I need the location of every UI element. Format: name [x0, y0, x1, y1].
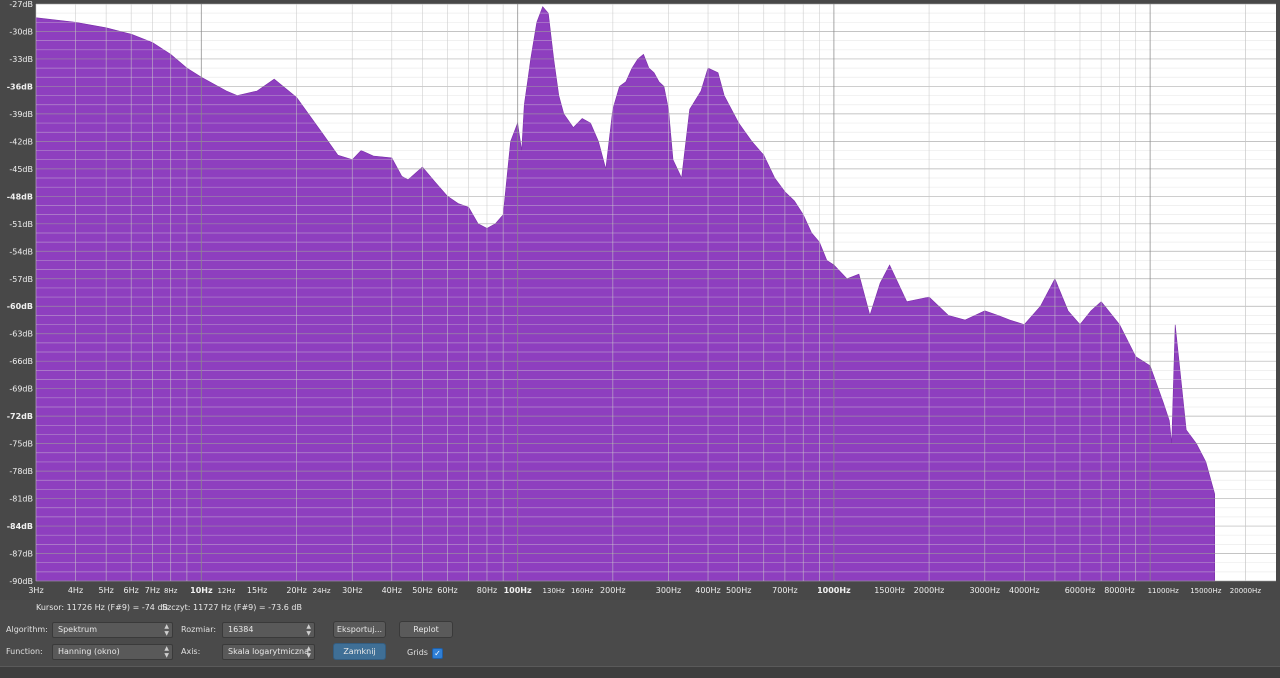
axis-label: Axis:: [181, 647, 201, 656]
axis-select[interactable]: Skala logarytmiczna ▲ ▼: [222, 644, 315, 660]
freq-tick-label: 200Hz: [600, 586, 625, 595]
freq-tick-label: 1500Hz: [874, 586, 905, 595]
spin-arrows-icon: ▲ ▼: [164, 645, 169, 659]
size-label: Rozmiar:: [181, 625, 217, 634]
freq-tick-label: 160Hz: [571, 587, 594, 595]
freq-tick-label: 300Hz: [656, 586, 681, 595]
db-tick-label: -69dB: [9, 385, 33, 394]
axis-select-value: Skala logarytmiczna: [228, 647, 309, 656]
size-select-value: 16384: [228, 625, 254, 634]
freq-tick-label: 130Hz: [543, 587, 566, 595]
freq-tick-label: 60Hz: [437, 586, 457, 595]
db-tick-label: -33dB: [9, 55, 33, 64]
algorithm-select-value: Spektrum: [58, 625, 97, 634]
close-button[interactable]: Zamknij: [333, 643, 386, 660]
freq-tick-label: 15000Hz: [1190, 587, 1222, 595]
db-tick-label: -54dB: [9, 247, 33, 256]
function-label: Function:: [6, 647, 43, 656]
export-button[interactable]: Eksportuj...: [333, 621, 386, 638]
grids-label: Grids: [407, 648, 428, 657]
spectrum-plot-svg[interactable]: -27dB -30dB -33dB -36dB -39dB -42dB -45dB -48dB…: [0, 0, 1280, 600]
db-tick-label: -87dB: [9, 550, 33, 559]
db-tick-label: -51dB: [9, 220, 33, 229]
db-tick-label: -84dB: [7, 522, 33, 531]
freq-tick-label: 50Hz: [412, 586, 432, 595]
freq-tick-label: 24Hz: [313, 587, 331, 595]
freq-tick-label: 4Hz: [68, 586, 83, 595]
db-tick-label: -90dB: [9, 577, 33, 586]
db-tick-label: -57dB: [9, 275, 33, 284]
db-tick-label: -78dB: [9, 467, 33, 476]
size-select[interactable]: 16384 ▲ ▼: [222, 622, 315, 638]
freq-tick-label: 6000Hz: [1065, 586, 1096, 595]
freq-tick-label: 400Hz: [695, 586, 720, 595]
peak-readout: Szczyt: 11727 Hz (F#9) = -73.6 dB: [162, 603, 302, 612]
db-tick-label: -72dB: [7, 412, 33, 421]
freq-tick-label: 80Hz: [477, 586, 497, 595]
db-tick-label: -36dB: [7, 82, 33, 91]
replot-button[interactable]: Replot: [399, 621, 453, 638]
freq-tick-label: 8Hz: [164, 587, 178, 595]
freq-tick-label: 4000Hz: [1009, 586, 1040, 595]
freq-tick-label: 20Hz: [286, 586, 306, 595]
freq-tick-label: 6Hz: [124, 586, 139, 595]
freq-tick-label: 8000Hz: [1104, 586, 1135, 595]
freq-tick-label: 700Hz: [772, 586, 797, 595]
db-tick-label: -42dB: [9, 137, 33, 146]
freq-tick-label: 20000Hz: [1230, 587, 1262, 595]
freq-tick-label: 2000Hz: [914, 586, 945, 595]
freq-tick-label: 500Hz: [726, 586, 751, 595]
freq-tick-label: 11000Hz: [1148, 587, 1180, 595]
algorithm-label: Algorithm:: [6, 625, 48, 634]
freq-tick-label: 3Hz: [28, 586, 43, 595]
cursor-readout: Kursor: 11726 Hz (F#9) = -74 dB: [36, 603, 169, 612]
freq-tick-label: 12Hz: [217, 587, 235, 595]
db-tick-label: -30dB: [9, 28, 33, 37]
freq-tick-label: 30Hz: [342, 586, 362, 595]
db-tick-label: -81dB: [9, 495, 33, 504]
db-tick-label: -45dB: [9, 165, 33, 174]
freq-tick-label: 15Hz: [247, 586, 267, 595]
db-tick-label: -60dB: [7, 302, 33, 311]
db-tick-label: -48dB: [7, 192, 33, 201]
grids-checkbox[interactable]: ✓: [432, 648, 443, 659]
freq-tick-label: 100Hz: [504, 586, 532, 595]
db-tick-label: -63dB: [9, 330, 33, 339]
freq-tick-label: 5Hz: [99, 586, 114, 595]
freq-tick-label: 40Hz: [382, 586, 402, 595]
freq-tick-label: 7Hz: [145, 586, 160, 595]
freq-tick-label: 1000Hz: [817, 586, 851, 595]
spin-arrows-icon: ▲ ▼: [164, 623, 169, 637]
bottom-bar: [0, 666, 1280, 678]
spin-arrows-icon: ▲ ▼: [306, 645, 311, 659]
function-select[interactable]: Hanning (okno) ▲ ▼: [52, 644, 173, 660]
checkmark-icon: ✓: [434, 649, 441, 658]
freq-tick-label: 3000Hz: [970, 586, 1001, 595]
db-tick-label: -75dB: [9, 440, 33, 449]
algorithm-select[interactable]: Spektrum ▲ ▼: [52, 622, 173, 638]
db-tick-label: -27dB: [9, 0, 33, 9]
spectrum-plot[interactable]: -27dB -30dB -33dB -36dB -39dB -42dB -45dB -48dB…: [0, 0, 1280, 600]
db-tick-label: -39dB: [9, 110, 33, 119]
function-select-value: Hanning (okno): [58, 647, 120, 656]
freq-tick-label: 10Hz: [190, 586, 213, 595]
spin-arrows-icon: ▲ ▼: [306, 623, 311, 637]
db-tick-label: -66dB: [9, 357, 33, 366]
